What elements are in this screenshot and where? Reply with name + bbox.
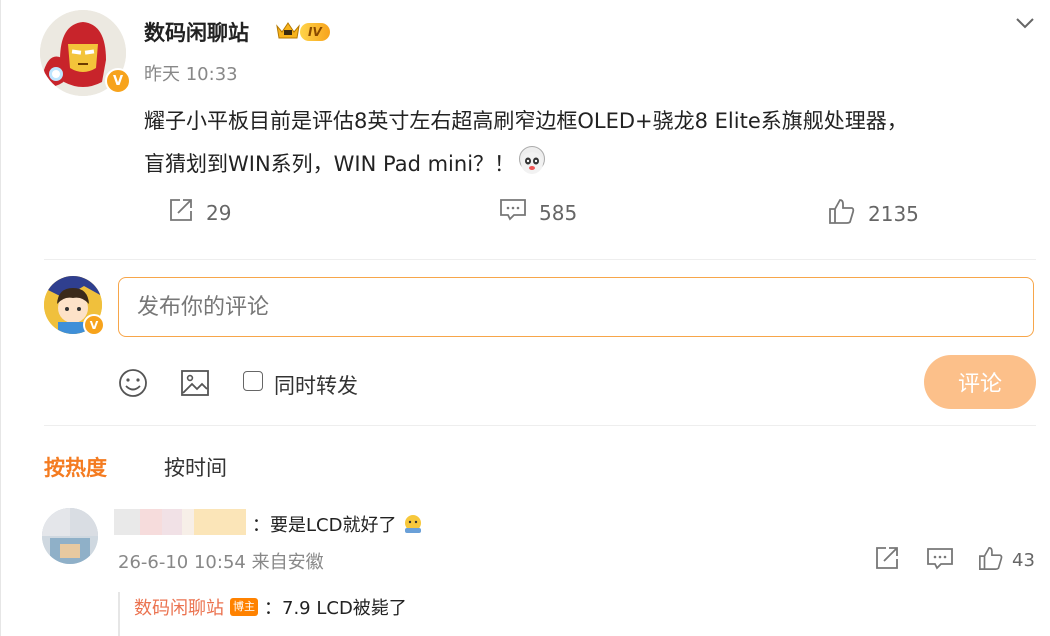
reply-author-name[interactable]: 数码闲聊站	[134, 594, 224, 620]
verified-badge: V	[105, 68, 131, 94]
comment-input[interactable]	[118, 277, 1034, 337]
thumbs-up-icon	[978, 545, 1004, 576]
post-time[interactable]: 昨天 10:33	[144, 60, 238, 86]
share-icon	[168, 197, 194, 228]
comment-text-content: ：要是LCD就好了	[252, 515, 397, 536]
image-upload-icon[interactable]	[179, 367, 211, 403]
post-content: 耀子小平板目前是评估8英寸左右超高刷窄边框OLED+骁龙8 Elite系旗舰处理…	[144, 100, 1034, 186]
like-count: 2135	[868, 201, 919, 226]
comment-share-icon[interactable]	[874, 545, 900, 575]
sort-by-time-tab[interactable]: 按时间	[164, 452, 227, 482]
repost-label[interactable]: 同时转发	[274, 370, 358, 400]
doge-emoji-icon	[519, 146, 546, 174]
comment-count: 585	[539, 200, 578, 225]
level-badge[interactable]: IV	[300, 23, 330, 41]
repost-checkbox[interactable]	[243, 371, 263, 391]
emoji-picker-icon[interactable]	[117, 367, 149, 403]
author-name[interactable]: 数码闲聊站	[144, 17, 249, 47]
commenter-avatar[interactable]	[42, 508, 98, 564]
repost-count: 29	[206, 200, 232, 225]
post-text-line-2-text: 盲猜划到WIN系列，WIN Pad mini？！	[144, 152, 516, 176]
post-text-line-1: 耀子小平板目前是评估8英寸左右超高刷窄边框OLED+骁龙8 Elite系旗舰处理…	[144, 109, 908, 133]
divider	[44, 425, 1036, 426]
like-button[interactable]: 2135	[828, 197, 919, 230]
blogger-badge: 博主	[230, 598, 258, 616]
comment-button[interactable]: 585	[499, 197, 577, 228]
comment-text: ：要是LCD就好了	[252, 511, 424, 537]
divider	[44, 259, 1036, 260]
commenter-name-blurred[interactable]	[114, 509, 246, 535]
comment-like-button[interactable]: 43	[978, 545, 1035, 576]
chevron-down-icon[interactable]	[1014, 12, 1036, 38]
crown-icon	[275, 20, 301, 44]
reply-thread-line	[118, 592, 120, 636]
left-border	[0, 0, 1, 636]
submit-comment-button[interactable]: 评论	[924, 355, 1036, 409]
thumbs-up-icon	[828, 197, 856, 230]
comment-reply-icon[interactable]	[926, 546, 954, 576]
reply-text: ：7.9 LCD被毙了	[264, 598, 407, 619]
comment-icon	[499, 197, 527, 228]
sort-by-hot-tab[interactable]: 按热度	[44, 452, 107, 482]
thinking-emoji-icon	[405, 515, 422, 533]
my-verified-badge: V	[83, 314, 105, 336]
reply-item: 数码闲聊站 博主 ：7.9 LCD被毙了	[134, 594, 407, 620]
comment-like-count: 43	[1012, 550, 1035, 571]
post-text-line-2: 盲猜划到WIN系列，WIN Pad mini？！	[144, 143, 1034, 186]
comment-time: 26-6-10 10:54 来自安徽	[118, 552, 324, 573]
repost-button[interactable]: 29	[168, 197, 231, 228]
